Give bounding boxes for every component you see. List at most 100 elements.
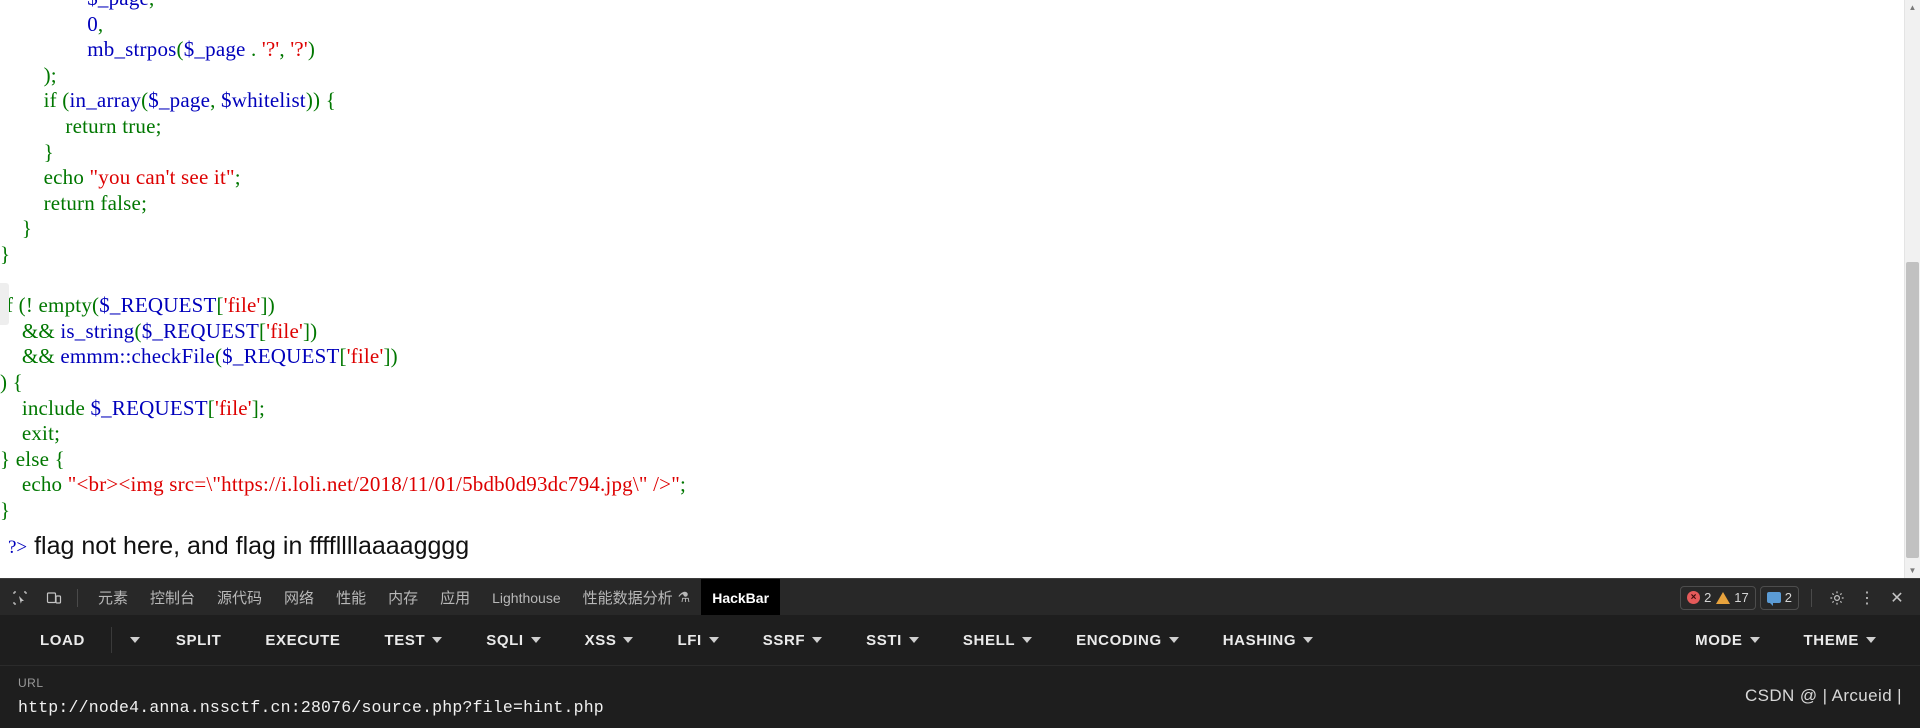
code-token: , xyxy=(279,37,291,62)
code-token: $_page xyxy=(87,0,149,10)
hackbar-hashing-button[interactable]: HASHING xyxy=(1201,615,1335,665)
devtools-tab-console[interactable]: 控制台 xyxy=(139,579,206,616)
code-line: } xyxy=(0,140,686,166)
code-token: return xyxy=(65,113,117,138)
code-line: return true; xyxy=(0,114,686,140)
devtools-tab-network[interactable]: 网络 xyxy=(273,579,325,616)
chevron-down-icon xyxy=(1749,637,1760,643)
code-line: include $_REQUEST['file']; xyxy=(0,396,686,422)
hackbar-execute-button[interactable]: EXECUTE xyxy=(243,615,362,665)
code-token: 'file' xyxy=(215,395,252,420)
hackbar-menubar: LOAD SPLIT EXECUTE TEST SQLI XSS LFI SSRF SSTI SH… xyxy=(0,615,1920,666)
code-token: 0 xyxy=(87,11,98,36)
hackbar-item-label: EXECUTE xyxy=(265,631,341,649)
hackbar-theme-button[interactable]: THEME xyxy=(1782,615,1899,665)
code-token: 'file' xyxy=(346,344,384,369)
hackbar-encoding-button[interactable]: ENCODING xyxy=(1054,615,1201,665)
code-token: } xyxy=(21,216,33,241)
scroll-up-arrow[interactable]: ▲ xyxy=(1905,0,1920,15)
left-edge-stub xyxy=(0,283,9,325)
code-token: '?' xyxy=(290,37,308,62)
tab-label: 源代码 xyxy=(217,590,263,607)
flask-icon: ⚗ xyxy=(677,589,691,605)
code-token: echo xyxy=(43,165,85,190)
devtools-tab-sources[interactable]: 源代码 xyxy=(206,579,273,616)
watermark: CSDN @ | Arcueid | xyxy=(1744,686,1902,705)
code-token: ; xyxy=(234,165,241,190)
devtools-tab-application[interactable]: 应用 xyxy=(429,579,481,616)
page-scrollbar[interactable]: ▲ ▼ xyxy=(1904,0,1920,578)
chevron-down-icon xyxy=(432,637,443,643)
scroll-down-arrow[interactable]: ▼ xyxy=(1905,563,1920,578)
error-counter[interactable]: × 2 xyxy=(1687,590,1711,605)
hackbar-shell-button[interactable]: SHELL xyxy=(941,615,1054,665)
issue-counters[interactable]: × 2 17 xyxy=(1680,585,1756,610)
code-token: [ xyxy=(207,395,215,420)
code-line: echo "<br><img src=\"https://i.loli.net/… xyxy=(0,472,686,498)
code-token: ; xyxy=(679,472,687,497)
hint-message: ?> flag not here, and flag in ffffllllaa… xyxy=(8,532,469,561)
devtools-tab-hackbar[interactable]: HackBar xyxy=(701,579,781,616)
scrollbar-thumb[interactable] xyxy=(1906,262,1919,558)
code-line: mb_strpos($_page . '?', '?') xyxy=(0,37,686,63)
gear-icon[interactable] xyxy=(1824,585,1850,611)
code-token: (! xyxy=(13,293,39,318)
hackbar-item-label: XSS xyxy=(584,631,617,649)
hackbar-ssrf-button[interactable]: SSRF xyxy=(741,615,844,665)
code-token: echo xyxy=(21,472,63,497)
hackbar-load-button[interactable]: LOAD xyxy=(18,615,107,665)
page-content: $_page, 0, mb_strpos($_page . '?', '?') … xyxy=(0,0,1920,578)
devtools-tab-elements[interactable]: 元素 xyxy=(87,579,139,616)
hackbar-lfi-button[interactable]: LFI xyxy=(655,615,740,665)
code-token: $_REQUEST xyxy=(222,344,340,369)
code-line: && emmm::checkFile($_REQUEST['file']) xyxy=(0,344,686,370)
devtools-tab-lighthouse[interactable]: Lighthouse xyxy=(481,579,572,616)
tab-label: 网络 xyxy=(284,590,315,607)
url-input[interactable]: http://node4.anna.nssctf.cn:28076/source… xyxy=(18,698,1920,717)
code-token: 'file' xyxy=(223,293,261,318)
code-token: ; xyxy=(141,190,148,215)
code-token: ; xyxy=(54,421,61,446)
code-token: 'file' xyxy=(266,318,303,343)
devtools-tab-memory[interactable]: 内存 xyxy=(377,579,429,616)
inspect-element-icon[interactable] xyxy=(6,584,34,612)
code-token: true xyxy=(122,113,156,138)
hackbar-item-label: LFI xyxy=(677,631,702,649)
code-token: . xyxy=(245,37,262,62)
devtools-tab-performance-insights[interactable]: 性能数据分析 ⚗ xyxy=(572,579,702,616)
tab-label: 内存 xyxy=(388,590,419,607)
warning-counter[interactable]: 17 xyxy=(1716,590,1749,605)
code-token: ( xyxy=(176,37,184,62)
hackbar-split-button[interactable]: SPLIT xyxy=(154,615,244,665)
hackbar-mode-button[interactable]: MODE xyxy=(1673,615,1781,665)
code-line: } xyxy=(0,242,686,268)
hackbar-load-dropdown[interactable] xyxy=(116,615,154,665)
device-toolbar-icon[interactable] xyxy=(40,584,68,612)
hackbar-item-label: THEME xyxy=(1803,631,1859,649)
code-token: ]) xyxy=(302,318,318,343)
code-token: emmm::checkFile xyxy=(60,344,215,369)
kebab-menu-icon[interactable]: ⋮ xyxy=(1854,585,1880,611)
warning-count: 17 xyxy=(1734,590,1749,605)
code-token: [ xyxy=(216,293,224,318)
hackbar-test-button[interactable]: TEST xyxy=(362,615,464,665)
hackbar-ssti-button[interactable]: SSTI xyxy=(844,615,941,665)
toolbar-divider xyxy=(77,588,78,607)
close-icon[interactable]: ✕ xyxy=(1884,585,1910,611)
devtools-tab-performance[interactable]: 性能 xyxy=(325,579,377,616)
hackbar-xss-button[interactable]: XSS xyxy=(563,615,656,665)
hackbar-item-label: SSTI xyxy=(866,631,902,649)
code-token: ]; xyxy=(251,395,265,420)
message-counter-group[interactable]: 2 xyxy=(1759,585,1799,610)
message-counter[interactable]: 2 xyxy=(1766,590,1792,606)
code-token: , xyxy=(97,11,104,36)
message-icon xyxy=(1766,592,1781,606)
hackbar-sqli-button[interactable]: SQLI xyxy=(464,615,562,665)
code-token: "you can't see it" xyxy=(89,165,235,190)
code-token: ) { xyxy=(0,369,23,394)
